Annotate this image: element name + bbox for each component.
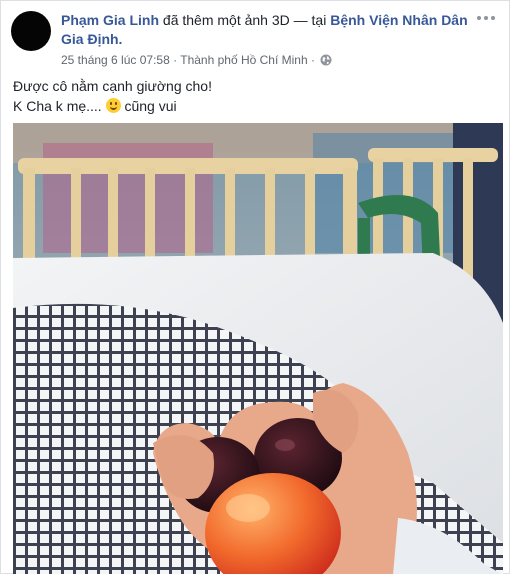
post-3d-photo[interactable] bbox=[13, 123, 503, 574]
feed-post: Phạm Gia Linh đã thêm một ảnh 3D — tại B… bbox=[0, 0, 510, 574]
globe-icon[interactable] bbox=[320, 54, 332, 70]
post-timestamp[interactable]: 25 tháng 6 lúc 07:58 bbox=[61, 53, 170, 67]
post-action-text: đã thêm một ảnh 3D — tại bbox=[162, 12, 327, 28]
post-header: Phạm Gia Linh đã thêm một ảnh 3D — tại B… bbox=[61, 11, 471, 49]
post-text-line-2-end: cũng vui bbox=[124, 98, 177, 114]
meta-separator-2: · bbox=[310, 53, 315, 67]
post-text: Được cô nằm cạnh giường cho! K Cha k mẹ.… bbox=[13, 76, 493, 116]
post-text-line-2: K Cha k mẹ.... cũng vui bbox=[13, 96, 493, 116]
author-avatar[interactable] bbox=[11, 11, 51, 51]
meta-separator: · bbox=[173, 53, 178, 67]
author-name-link[interactable]: Phạm Gia Linh bbox=[61, 12, 159, 28]
slightly-smiling-face-icon bbox=[105, 98, 121, 113]
post-meta: 25 tháng 6 lúc 07:58 · Thành phố Hồ Chí … bbox=[61, 52, 332, 70]
post-text-line-2-start: K Cha k mẹ.... bbox=[13, 98, 102, 114]
post-text-line-1: Được cô nằm cạnh giường cho! bbox=[13, 78, 212, 94]
more-options-icon[interactable] bbox=[477, 11, 497, 25]
place-link[interactable]: Thành phố Hồ Chí Minh bbox=[180, 53, 307, 67]
